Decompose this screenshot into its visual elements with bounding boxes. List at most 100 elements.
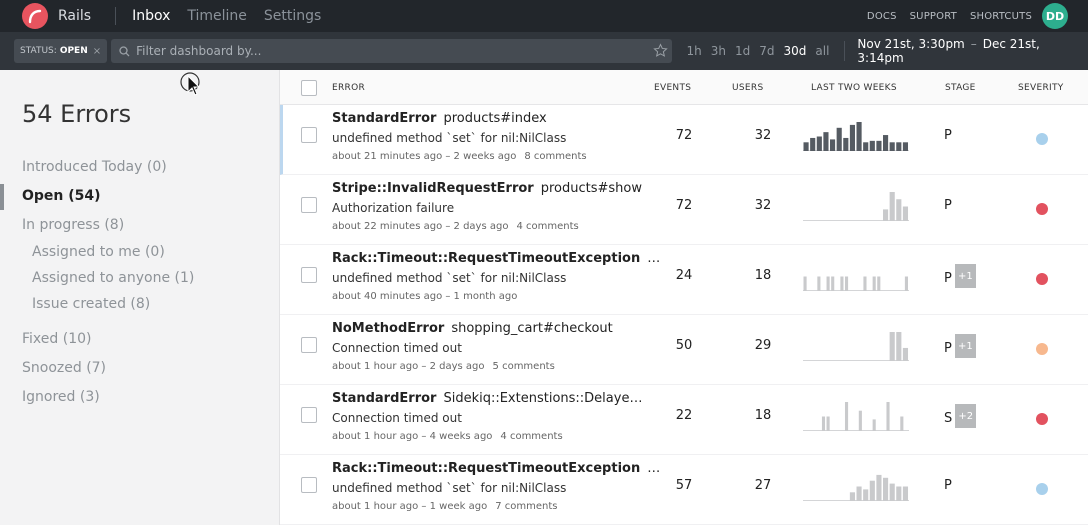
error-time: about 1 hour ago – 4 weeks ago bbox=[332, 431, 493, 442]
time-range-selector: 1h 3h 1d 7d 30d all bbox=[686, 44, 838, 58]
date-separator: – bbox=[970, 37, 977, 51]
severity-dot[interactable] bbox=[1036, 203, 1048, 215]
row-checkbox[interactable] bbox=[301, 407, 317, 423]
docs-link[interactable]: DOCS bbox=[867, 11, 897, 22]
project-name[interactable]: Rails bbox=[58, 8, 91, 24]
stage-label: P bbox=[944, 198, 952, 213]
stage-indicator[interactable]: P bbox=[944, 478, 952, 493]
stage-label: P bbox=[944, 340, 952, 356]
error-title[interactable]: Stripe::InvalidRequestError products#show bbox=[332, 181, 642, 196]
status-filter-value: OPEN bbox=[59, 46, 88, 56]
error-title[interactable]: StandardError Sidekiq::Extenstions::Delay… bbox=[332, 391, 642, 406]
sidebar-item-introduced-today[interactable]: Introduced Today (0) bbox=[22, 159, 167, 175]
sparkline-bar bbox=[810, 137, 816, 151]
stage-indicator[interactable]: S +2 bbox=[944, 404, 977, 428]
extra-stages-badge[interactable]: +2 bbox=[955, 404, 977, 428]
range-1d[interactable]: 1d bbox=[735, 44, 750, 58]
severity-dot[interactable] bbox=[1036, 273, 1048, 285]
search-input[interactable] bbox=[136, 44, 637, 58]
range-all[interactable]: all bbox=[815, 44, 829, 58]
sparkline-bar bbox=[844, 276, 849, 291]
col-severity[interactable]: SEVERITY bbox=[1018, 83, 1064, 93]
stage-indicator[interactable]: P +1 bbox=[944, 264, 976, 288]
table-row[interactable]: NoMethodError shopping_cart#checkout Conne… bbox=[280, 315, 1088, 385]
tab-settings[interactable]: Settings bbox=[264, 8, 321, 24]
range-3h[interactable]: 3h bbox=[711, 44, 726, 58]
comments-count[interactable]: 8 comments bbox=[524, 151, 586, 162]
star-icon[interactable] bbox=[653, 43, 669, 58]
sidebar-item-open[interactable]: Open (54) bbox=[22, 188, 101, 204]
col-events[interactable]: EVENTS bbox=[654, 83, 691, 93]
sidebar-item-assigned-to-anyone[interactable]: Assigned to anyone (1) bbox=[32, 270, 194, 286]
sidebar-item-assigned-to-me[interactable]: Assigned to me (0) bbox=[32, 244, 165, 260]
row-checkbox[interactable] bbox=[301, 267, 317, 283]
range-7d[interactable]: 7d bbox=[759, 44, 774, 58]
shortcuts-link[interactable]: SHORTCUTS bbox=[970, 11, 1032, 22]
error-title[interactable]: NoMethodError shopping_cart#checkout bbox=[332, 321, 613, 336]
row-checkbox[interactable] bbox=[301, 197, 317, 213]
table-row[interactable]: Stripe::InvalidRequestError products#show… bbox=[280, 175, 1088, 245]
sparkline-bar bbox=[856, 122, 862, 151]
range-1h[interactable]: 1h bbox=[686, 44, 701, 58]
sidebar-item-ignored[interactable]: Ignored (3) bbox=[22, 389, 100, 405]
comments-count[interactable]: 4 comments bbox=[500, 431, 562, 442]
table-row[interactable]: Rack::Timeout::RequestTimeoutException … u… bbox=[280, 455, 1088, 525]
active-indicator bbox=[0, 184, 4, 210]
table-row[interactable]: Rack::Timeout::RequestTimeoutException … u… bbox=[280, 245, 1088, 315]
sparkline-bar bbox=[896, 486, 902, 501]
sparkline-bar bbox=[821, 416, 826, 431]
error-title[interactable]: StandardError products#index bbox=[332, 111, 547, 126]
tab-inbox[interactable]: Inbox bbox=[132, 8, 170, 24]
users-count: 32 bbox=[754, 198, 772, 213]
sidebar-item-issue-created[interactable]: Issue created (8) bbox=[32, 296, 150, 312]
severity-dot[interactable] bbox=[1036, 413, 1048, 425]
sparkline-bar bbox=[896, 332, 902, 361]
status-filter-chip[interactable]: STATUS: OPEN × bbox=[14, 39, 108, 63]
sparkline-bar bbox=[889, 332, 895, 361]
error-title[interactable]: Rack::Timeout::RequestTimeoutException… bbox=[332, 461, 660, 476]
events-count: 72 bbox=[675, 198, 693, 213]
users-count: 27 bbox=[754, 478, 772, 493]
sparkline-bar bbox=[889, 483, 895, 501]
search-box[interactable] bbox=[111, 39, 673, 63]
stage-indicator[interactable]: P +1 bbox=[944, 334, 976, 358]
stage-indicator[interactable]: P bbox=[944, 128, 952, 143]
tab-timeline[interactable]: Timeline bbox=[187, 8, 247, 24]
extra-stages-badge[interactable]: +1 bbox=[954, 264, 976, 288]
error-class: Rack::Timeout::RequestTimeoutException bbox=[332, 461, 641, 476]
col-users[interactable]: USERS bbox=[732, 83, 763, 93]
remove-filter-icon[interactable]: × bbox=[93, 46, 101, 57]
severity-dot[interactable] bbox=[1036, 343, 1048, 355]
severity-dot[interactable] bbox=[1036, 133, 1048, 145]
comments-count[interactable]: 4 comments bbox=[516, 221, 578, 232]
mouse-cursor-icon bbox=[180, 72, 201, 96]
row-checkbox[interactable] bbox=[301, 477, 317, 493]
error-title[interactable]: Rack::Timeout::RequestTimeoutException… bbox=[332, 251, 660, 266]
table-row[interactable]: StandardError Sidekiq::Extenstions::Delay… bbox=[280, 385, 1088, 455]
comments-count[interactable]: 7 comments bbox=[495, 501, 557, 512]
severity-dot[interactable] bbox=[1036, 483, 1048, 495]
extra-stages-badge[interactable]: +1 bbox=[954, 334, 976, 358]
row-checkbox[interactable] bbox=[301, 337, 317, 353]
sparkline-bar bbox=[840, 276, 844, 291]
date-range[interactable]: Nov 21st, 3:30pm – Dec 21st, 3:14pm bbox=[857, 37, 1088, 65]
col-error[interactable]: ERROR bbox=[332, 83, 365, 93]
trend-sparkline bbox=[803, 332, 909, 361]
sidebar-item-fixed[interactable]: Fixed (10) bbox=[22, 331, 91, 347]
sparkline-bar bbox=[876, 140, 882, 151]
stage-indicator[interactable]: P bbox=[944, 198, 952, 213]
range-30d[interactable]: 30d bbox=[784, 44, 807, 58]
support-link[interactable]: SUPPORT bbox=[910, 11, 957, 22]
sidebar-item-in-progress[interactable]: In progress (8) bbox=[22, 217, 124, 233]
sidebar-item-snoozed[interactable]: Snoozed (7) bbox=[22, 360, 106, 376]
error-meta: about 21 minutes ago – 2 weeks ago 8 comm… bbox=[332, 151, 587, 162]
comments-count[interactable]: 5 comments bbox=[493, 361, 555, 372]
trend-sparkline bbox=[803, 402, 909, 431]
row-checkbox[interactable] bbox=[301, 127, 317, 143]
select-all-checkbox[interactable] bbox=[301, 80, 317, 96]
table-row[interactable]: StandardError products#index undefined met… bbox=[280, 105, 1088, 175]
avatar[interactable]: DD bbox=[1042, 3, 1068, 29]
sparkline-bar bbox=[856, 486, 862, 501]
rails-logo-icon[interactable] bbox=[22, 3, 48, 29]
col-stage[interactable]: STAGE bbox=[945, 83, 976, 93]
